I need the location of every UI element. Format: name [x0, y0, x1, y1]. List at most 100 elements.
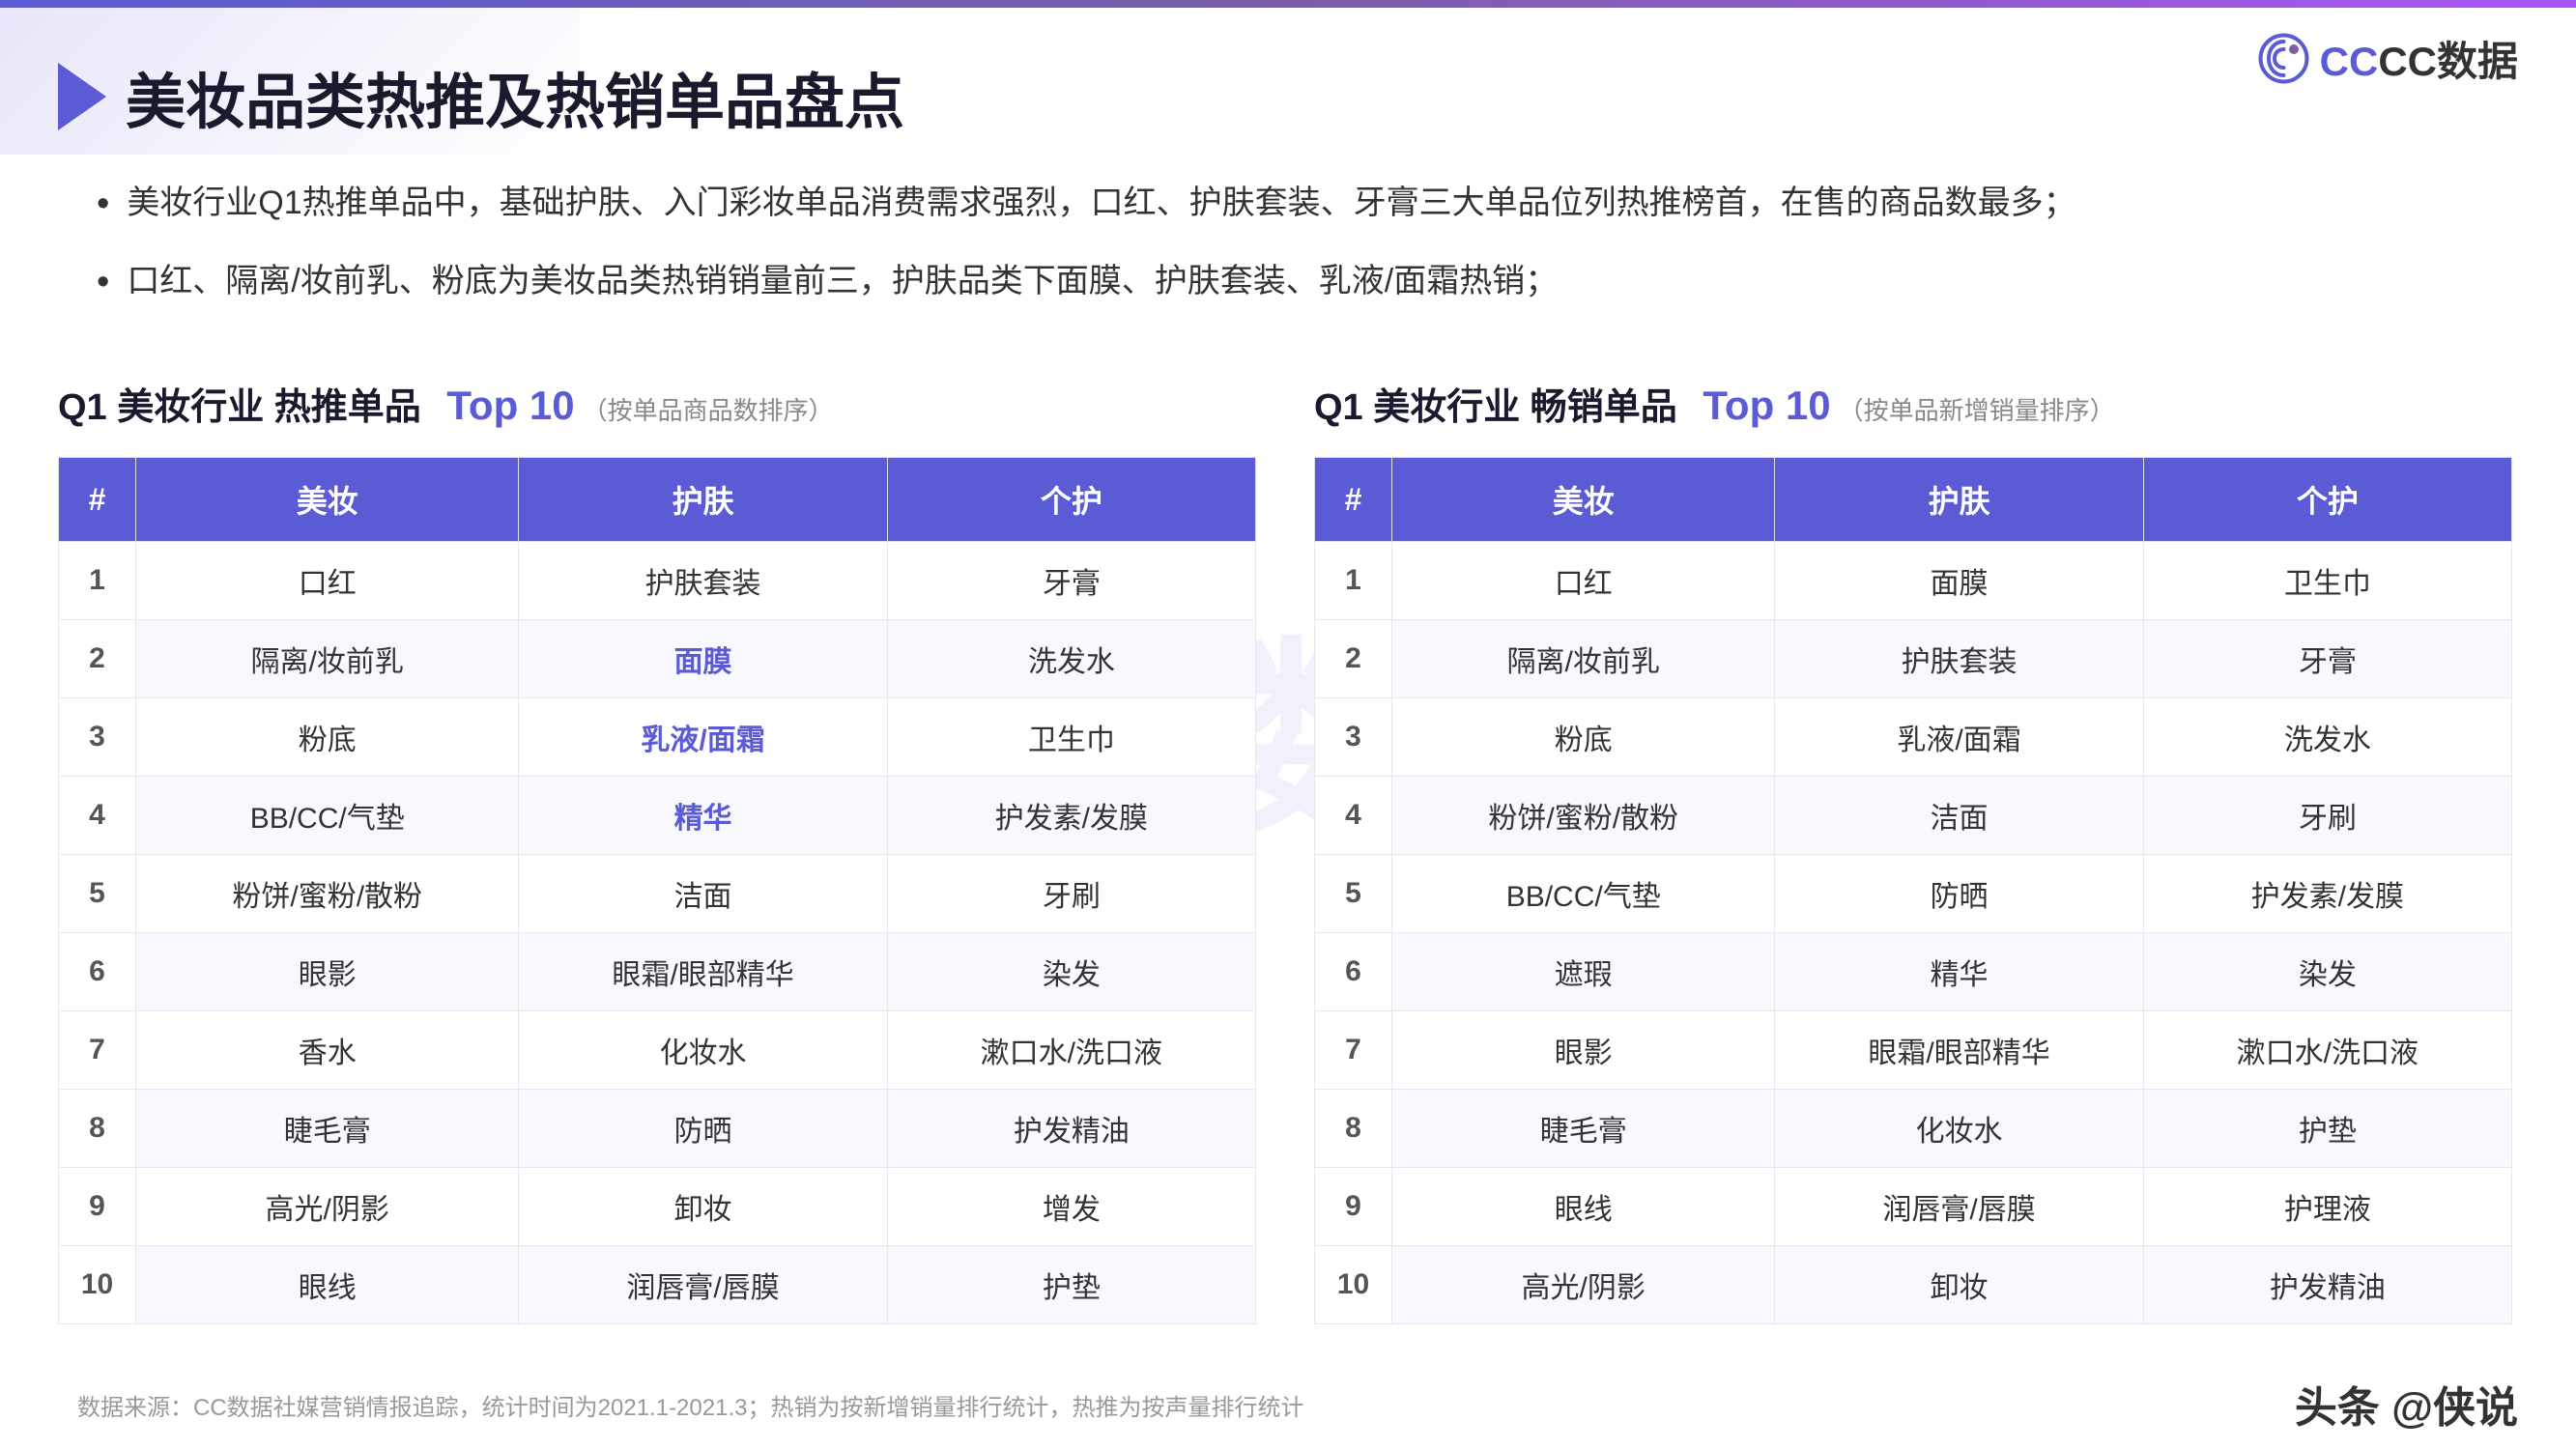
cell-personal: 牙刷 [2143, 777, 2511, 855]
cell-personal: 护发精油 [2143, 1246, 2511, 1324]
cell-makeup: BB/CC/气垫 [1392, 855, 1775, 933]
cell-rank: 1 [59, 542, 136, 620]
cell-rank: 2 [59, 620, 136, 698]
cell-makeup: 眼线 [136, 1246, 519, 1324]
cell-makeup: 眼线 [1392, 1168, 1775, 1246]
table-row: 10眼线润唇膏/唇膜护垫 [59, 1246, 1256, 1324]
footer-brand: 头条 @侠说 [2295, 1373, 2518, 1435]
right-table-title: Q1 美妆行业 畅销单品 Top 10 （按单品新增销量排序） [1314, 377, 2512, 430]
right-table-section: Q1 美妆行业 畅销单品 Top 10 （按单品新增销量排序） # 美妆 护肤 … [1314, 377, 2512, 1324]
cell-skincare: 润唇膏/唇膜 [519, 1246, 887, 1324]
cell-personal: 护发素/发膜 [887, 777, 1255, 855]
title-section: 美妆品类热推及热销单品盘点 [58, 53, 904, 140]
table-row: 8睫毛膏化妆水护垫 [1315, 1090, 2512, 1168]
cell-skincare: 防晒 [1775, 855, 2143, 933]
cell-rank: 2 [1315, 620, 1392, 698]
cell-skincare: 精华 [519, 777, 887, 855]
table-row: 6眼影眼霜/眼部精华染发 [59, 933, 1256, 1011]
table-row: 2隔离/妆前乳护肤套装牙膏 [1315, 620, 2512, 698]
cell-rank: 4 [1315, 777, 1392, 855]
cell-skincare: 化妆水 [1775, 1090, 2143, 1168]
logo-text: CCCC数据 [2320, 29, 2518, 88]
cell-makeup: 睫毛膏 [136, 1090, 519, 1168]
left-col-rank: # [59, 458, 136, 542]
table-row: 3粉底乳液/面霜卫生巾 [59, 698, 1256, 777]
cell-rank: 9 [59, 1168, 136, 1246]
cell-rank: 3 [59, 698, 136, 777]
cell-personal: 护垫 [887, 1246, 1255, 1324]
cell-skincare: 卸妆 [519, 1168, 887, 1246]
cell-makeup: 口红 [1392, 542, 1775, 620]
left-title-top: Top 10 [446, 383, 574, 429]
left-table-body: 1口红护肤套装牙膏2隔离/妆前乳面膜洗发水3粉底乳液/面霜卫生巾4BB/CC/气… [59, 542, 1256, 1324]
cell-rank: 8 [59, 1090, 136, 1168]
cell-rank: 6 [59, 933, 136, 1011]
table-row: 8睫毛膏防晒护发精油 [59, 1090, 1256, 1168]
cell-skincare: 乳液/面霜 [1775, 698, 2143, 777]
cell-personal: 牙刷 [887, 855, 1255, 933]
left-title-suffix: （按单品商品数排序） [583, 391, 834, 427]
cell-rank: 6 [1315, 933, 1392, 1011]
cell-makeup: 遮瑕 [1392, 933, 1775, 1011]
cell-personal: 牙膏 [887, 542, 1255, 620]
cell-skincare: 卸妆 [1775, 1246, 2143, 1324]
cell-skincare: 眼霜/眼部精华 [519, 933, 887, 1011]
cell-personal: 卫生巾 [887, 698, 1255, 777]
bullet-item-1: • 美妆行业Q1热推单品中，基础护肤、入门彩妆单品消费需求强烈，口红、护肤套装、… [97, 179, 2474, 230]
cell-personal: 增发 [887, 1168, 1255, 1246]
left-data-table: # 美妆 护肤 个护 1口红护肤套装牙膏2隔离/妆前乳面膜洗发水3粉底乳液/面霜… [58, 457, 1256, 1324]
tables-container: Q1 美妆行业 热推单品 Top 10 （按单品商品数排序） # 美妆 护肤 个… [58, 377, 2512, 1324]
cell-rank: 10 [1315, 1246, 1392, 1324]
table-row: 7眼影眼霜/眼部精华漱口水/洗口液 [1315, 1011, 2512, 1090]
left-col-skincare: 护肤 [519, 458, 887, 542]
cell-makeup: 眼影 [1392, 1011, 1775, 1090]
left-table-header-row: # 美妆 护肤 个护 [59, 458, 1256, 542]
cell-personal: 牙膏 [2143, 620, 2511, 698]
table-row: 4BB/CC/气垫精华护发素/发膜 [59, 777, 1256, 855]
cell-rank: 5 [59, 855, 136, 933]
right-title-prefix: Q1 美妆行业 畅销单品 [1314, 377, 1677, 430]
cell-makeup: 粉饼/蜜粉/散粉 [1392, 777, 1775, 855]
cell-makeup: 粉底 [1392, 698, 1775, 777]
right-col-personal: 个护 [2143, 458, 2511, 542]
left-table-section: Q1 美妆行业 热推单品 Top 10 （按单品商品数排序） # 美妆 护肤 个… [58, 377, 1256, 1324]
cell-rank: 7 [1315, 1011, 1392, 1090]
cell-skincare: 化妆水 [519, 1011, 887, 1090]
cell-skincare: 洁面 [519, 855, 887, 933]
table-row: 4粉饼/蜜粉/散粉洁面牙刷 [1315, 777, 2512, 855]
bullet-points: • 美妆行业Q1热推单品中，基础护肤、入门彩妆单品消费需求强烈，口红、护肤套装、… [97, 179, 2474, 335]
cell-personal: 护发精油 [887, 1090, 1255, 1168]
right-table-header-row: # 美妆 护肤 个护 [1315, 458, 2512, 542]
cell-makeup: 眼影 [136, 933, 519, 1011]
cell-personal: 护发素/发膜 [2143, 855, 2511, 933]
cc-logo-icon [2257, 32, 2310, 85]
cell-skincare: 洁面 [1775, 777, 2143, 855]
table-row: 9高光/阴影卸妆增发 [59, 1168, 1256, 1246]
logo-label-text: CC数据 [2378, 39, 2518, 84]
bullet-item-2: • 口红、隔离/妆前乳、粉底为美妆品类热销销量前三，护肤品类下面膜、护肤套装、乳… [97, 257, 2474, 308]
bullet-dot-2: • [97, 257, 109, 308]
bullet-dot-1: • [97, 179, 109, 230]
cell-makeup: 粉饼/蜜粉/散粉 [136, 855, 519, 933]
cell-makeup: 香水 [136, 1011, 519, 1090]
table-row: 2隔离/妆前乳面膜洗发水 [59, 620, 1256, 698]
footer-source: 数据来源：CC数据社媒营销情报追踪，统计时间为2021.1-2021.3；热销为… [77, 1388, 1303, 1422]
left-col-personal: 个护 [887, 458, 1255, 542]
cell-skincare: 防晒 [519, 1090, 887, 1168]
cell-makeup: 粉底 [136, 698, 519, 777]
cell-makeup: 口红 [136, 542, 519, 620]
right-col-rank: # [1315, 458, 1392, 542]
cell-personal: 染发 [887, 933, 1255, 1011]
cell-rank: 4 [59, 777, 136, 855]
cell-skincare: 润唇膏/唇膜 [1775, 1168, 2143, 1246]
table-row: 9眼线润唇膏/唇膜护理液 [1315, 1168, 2512, 1246]
right-table-body: 1口红面膜卫生巾2隔离/妆前乳护肤套装牙膏3粉底乳液/面霜洗发水4粉饼/蜜粉/散… [1315, 542, 2512, 1324]
right-col-makeup: 美妆 [1392, 458, 1775, 542]
cell-skincare: 护肤套装 [1775, 620, 2143, 698]
table-row: 6遮瑕精华染发 [1315, 933, 2512, 1011]
cell-personal: 护垫 [2143, 1090, 2511, 1168]
right-col-skincare: 护肤 [1775, 458, 2143, 542]
cell-rank: 10 [59, 1246, 136, 1324]
page-title: 美妆品类热推及热销单品盘点 [126, 53, 904, 140]
cell-personal: 漱口水/洗口液 [2143, 1011, 2511, 1090]
